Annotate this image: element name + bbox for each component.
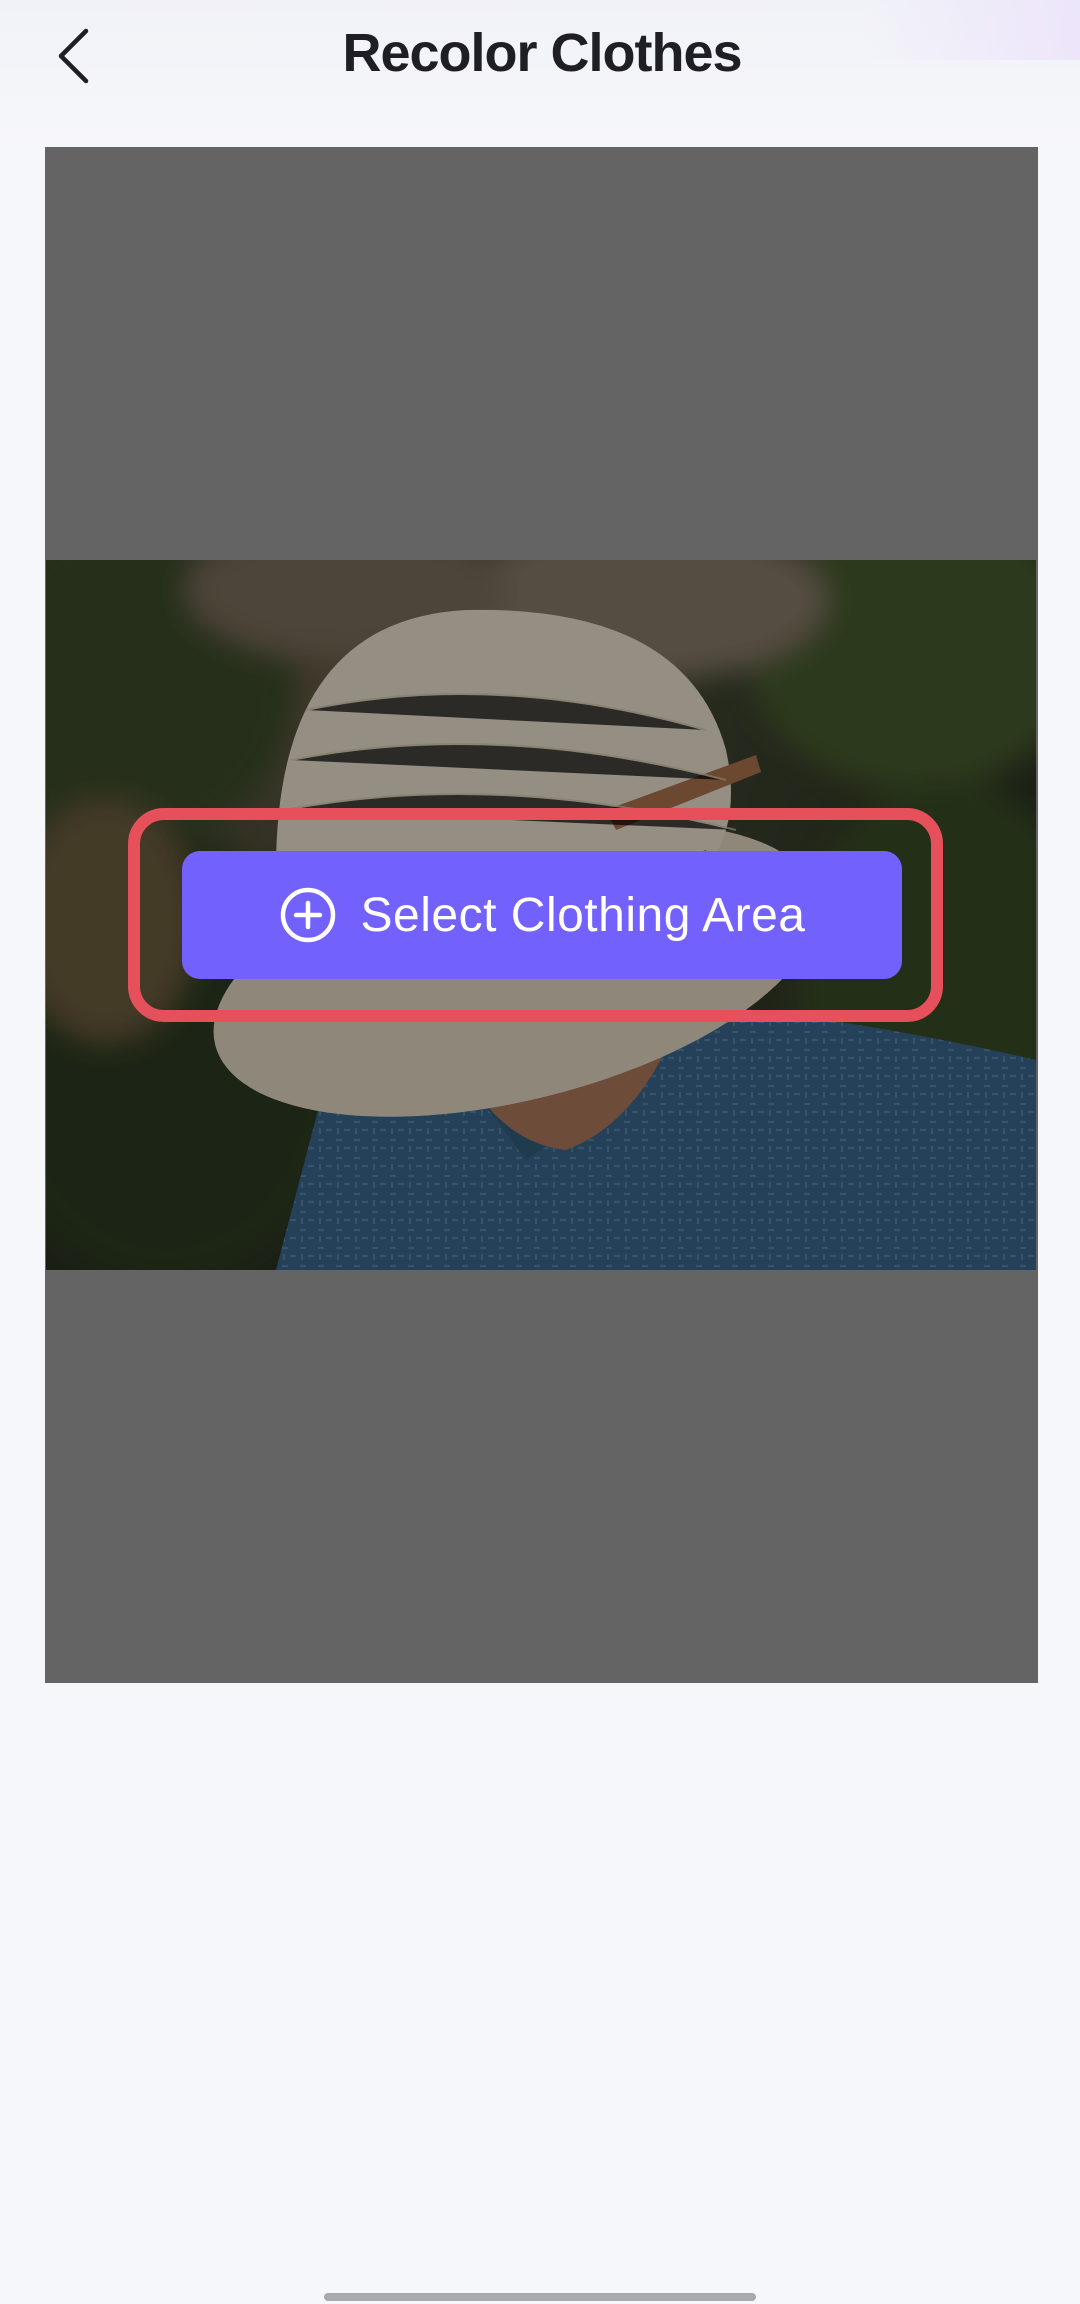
- home-indicator[interactable]: [324, 2293, 756, 2301]
- page-title: Recolor Clothes: [342, 23, 742, 83]
- select-clothing-area-button[interactable]: Select Clothing Area: [182, 851, 902, 979]
- plus-circle-icon: [279, 886, 337, 944]
- select-button-label: Select Clothing Area: [360, 888, 806, 942]
- app-header: Recolor Clothes: [0, 0, 1080, 145]
